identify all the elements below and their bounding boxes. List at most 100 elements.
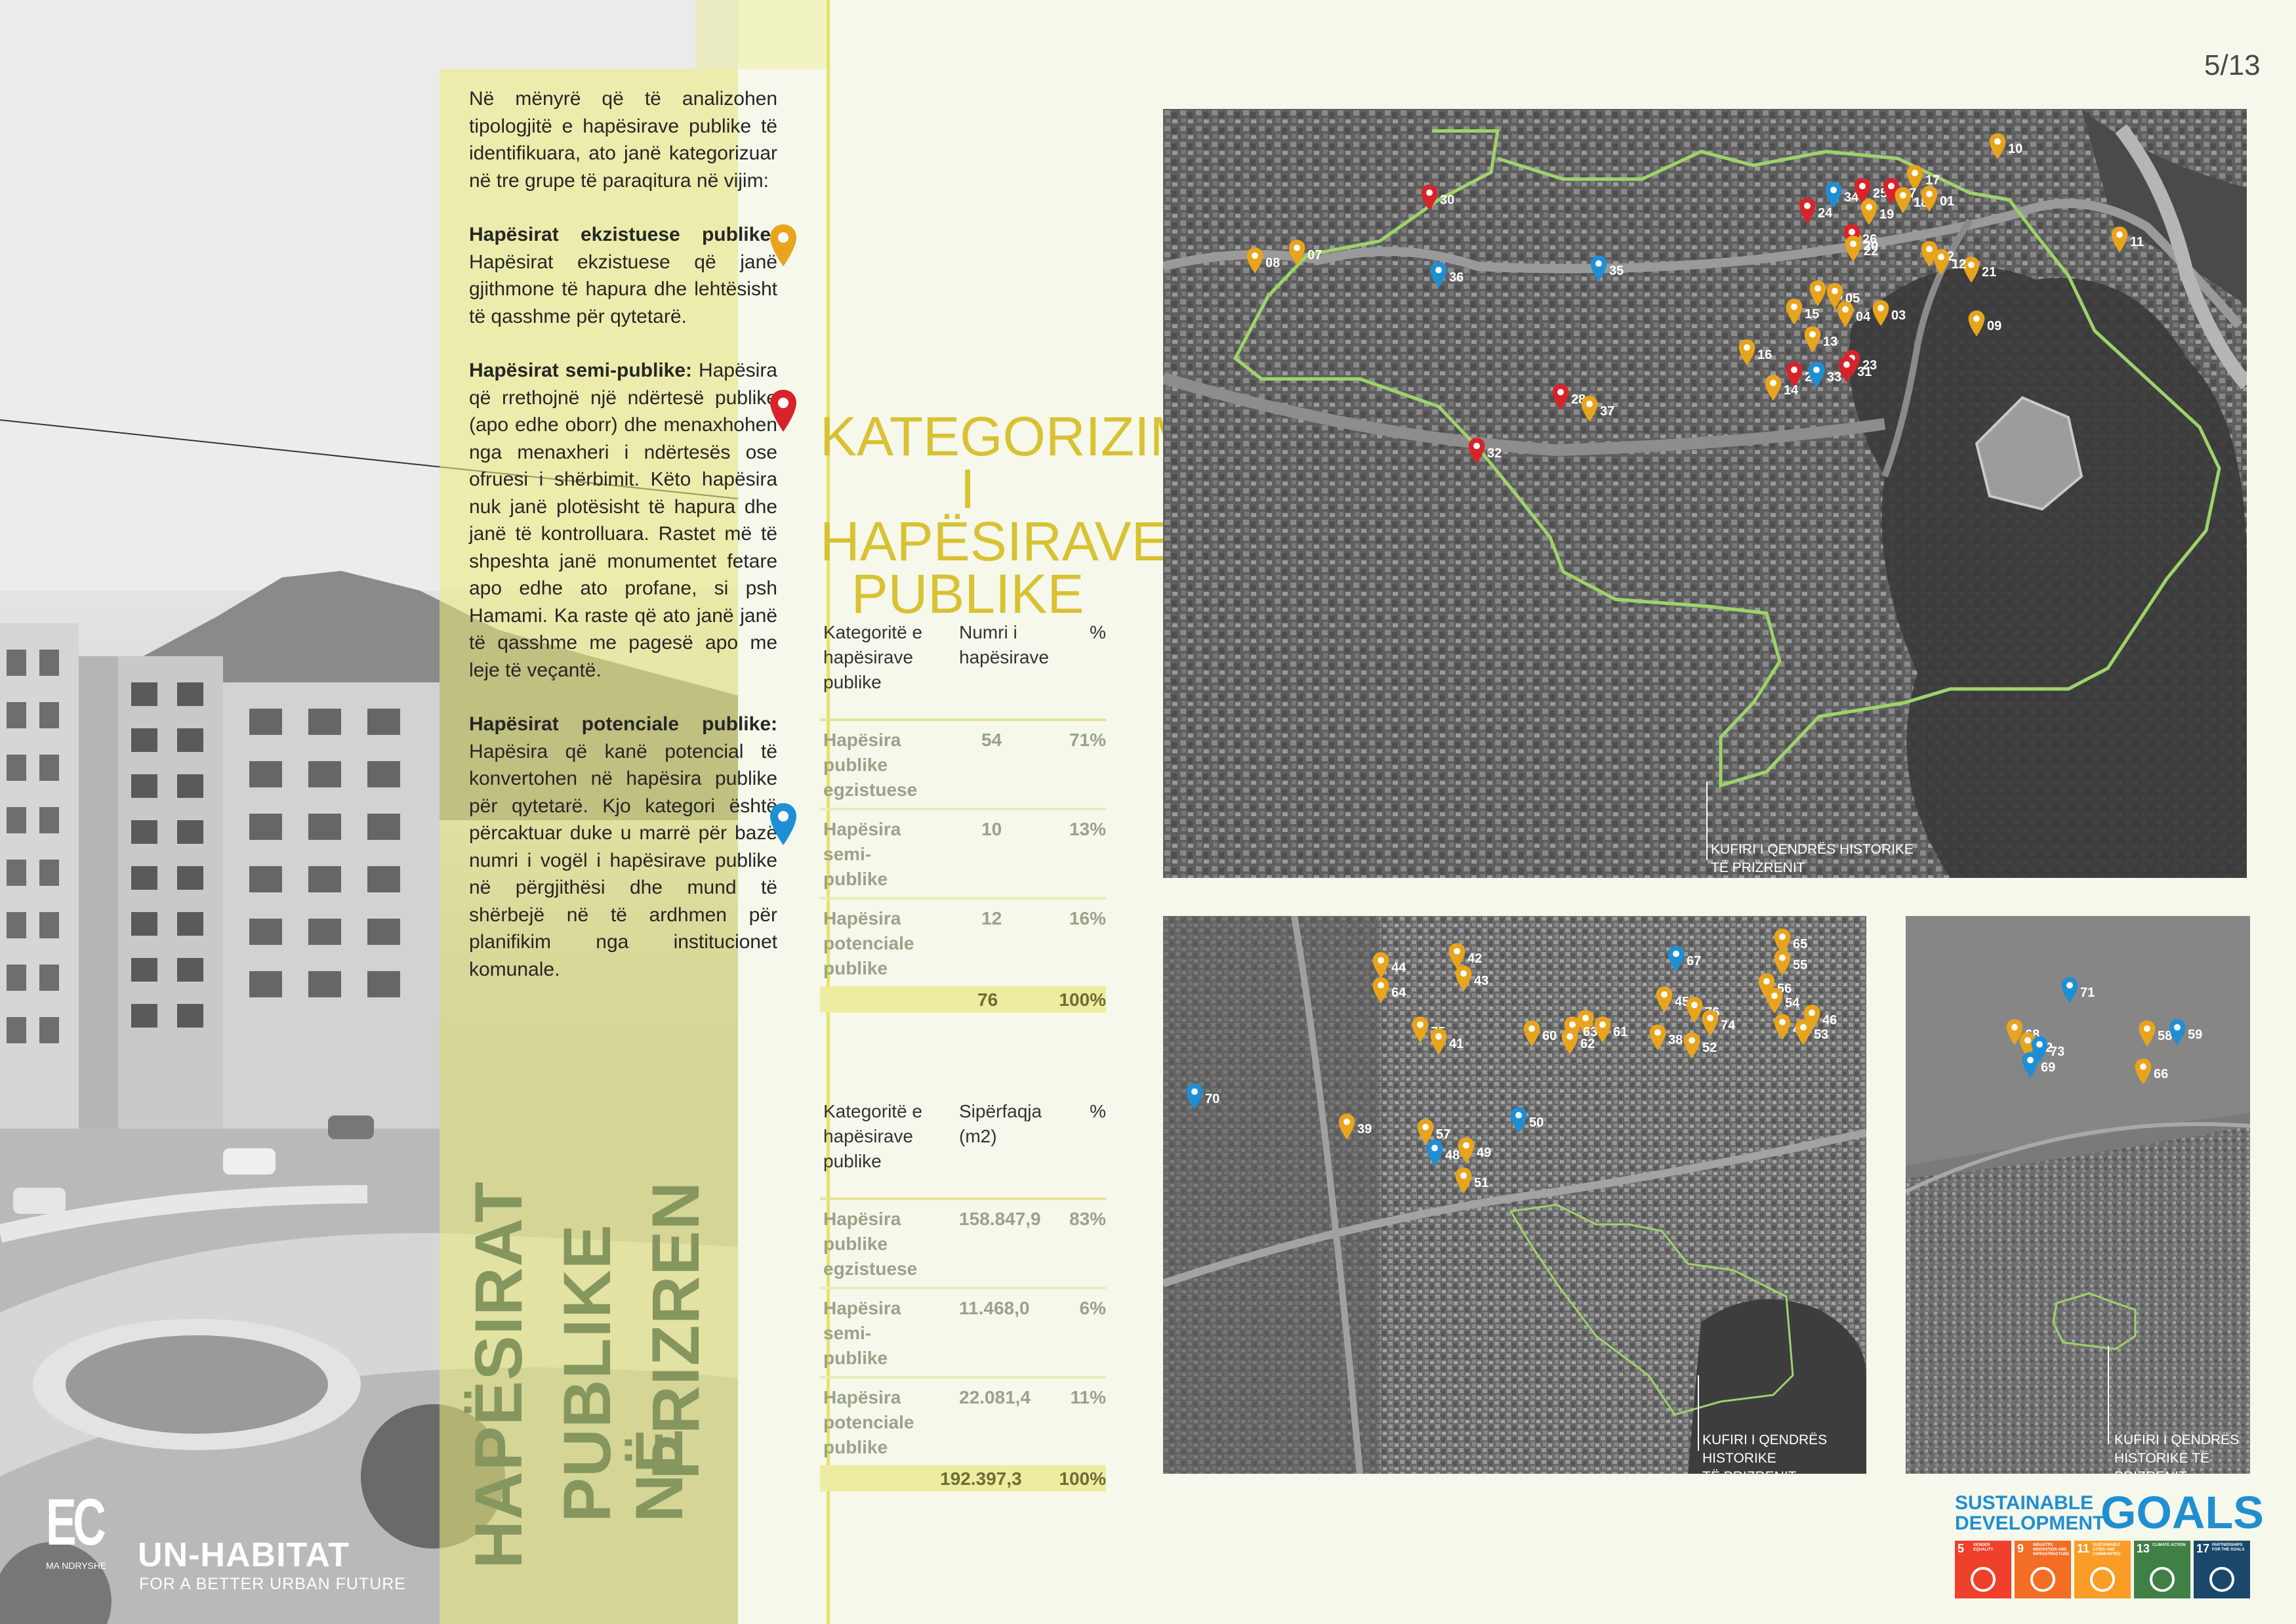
- sdg-goal-icon: [2030, 1567, 2055, 1592]
- label-leader-line: [2108, 1346, 2109, 1444]
- map-marker-label: 31: [1857, 365, 1872, 379]
- map-pin-icon: [1807, 361, 1826, 392]
- sdg-goal-icon: [2150, 1567, 2175, 1592]
- area-table-header: Kategoritë e hapësirave publike Sipërfaq…: [820, 1099, 1106, 1200]
- sdg-goal-number: 13: [2137, 1542, 2150, 1555]
- map-pin-icon: [1844, 235, 1862, 266]
- table-row: Hapësira publike egzistuese 54 71%: [820, 721, 1106, 810]
- map-marker-label: 69: [2041, 1060, 2056, 1075]
- map-pin-icon: [2168, 1018, 2186, 1049]
- map-pin-icon: [1932, 248, 1950, 279]
- map-pin-icon: [1246, 247, 1264, 278]
- map-marker-label: 30: [1440, 193, 1455, 207]
- map-pin-icon: [1372, 976, 1390, 1007]
- unhabitat-tagline: FOR A BETTER URBAN FUTURE: [139, 1575, 406, 1593]
- row-label: Hapësira publike egzistuese: [823, 1209, 918, 1279]
- total-pct: 100%: [1059, 989, 1106, 1010]
- intro-text: Në mënyrë që të analizohen tipologjitë e…: [469, 85, 777, 1010]
- map-pin-icon: [1420, 184, 1439, 215]
- sdg-goal-tiles: 5 GENDER EQUALITY 9 INDUSTRY, INNOVATION AN…: [1955, 1541, 2250, 1600]
- map-marker-label: 62: [1580, 1037, 1595, 1051]
- map-marker-label: 09: [1987, 319, 2002, 333]
- sdg-goals-word: GOALS: [2101, 1487, 2264, 1538]
- map-pin-icon: [1798, 197, 1816, 228]
- map-marker-label: 61: [1613, 1025, 1628, 1039]
- count-table: Kategoritë e hapësirave publike Numri i …: [820, 620, 1106, 1012]
- row-pct: 11%: [1070, 1387, 1107, 1407]
- map-marker-label: 24: [1818, 206, 1833, 220]
- map-marker-label: 35: [1609, 264, 1624, 278]
- row-label: Hapësira publike egzistuese: [823, 730, 918, 800]
- map-marker-label: 50: [1529, 1115, 1544, 1130]
- map-marker-label: 53: [1814, 1028, 1829, 1042]
- existing-text: Hapësirat ekzistuese që janë gjithmone t…: [469, 251, 777, 327]
- count-table-header: Kategoritë e hapësirave publike Numri i …: [820, 620, 1106, 721]
- vertical-title-line-1: HAPËSIRAT: [461, 1181, 536, 1569]
- yellow-band-top: [695, 0, 827, 69]
- sdg-title-line-2: DEVELOPMENT: [1955, 1512, 2105, 1534]
- map-marker-label: 03: [1891, 308, 1906, 323]
- semi-pin-icon: [770, 390, 796, 432]
- map-marker-label: 54: [1785, 996, 1800, 1010]
- map-marker-label: 44: [1391, 961, 1406, 975]
- map-main-label: KUFIRI I QENDRËS HISTORIKE TË PRIZRENIT: [1711, 841, 1914, 877]
- map-pin-icon: [1338, 1113, 1356, 1144]
- map-small-label: KUFIRI I QENDRËS HISTORIKE TË PRIZRENIT: [2114, 1431, 2250, 1474]
- map-mid-label: KUFIRI I QENDRËS HISTORIKE TË PRIZRENIT: [1702, 1431, 1866, 1474]
- map-surrounding-area[interactable]: 6542675544436456455476467447534063617560…: [1163, 916, 1866, 1474]
- map-pin-icon: [1967, 310, 1986, 341]
- map-pin-icon: [2021, 1051, 2040, 1082]
- semi-title: Hapësirat semi-publike:: [469, 360, 693, 381]
- map-pin-icon: [1580, 395, 1599, 426]
- sdg-goal-tile: 5 GENDER EQUALITY: [1955, 1541, 2011, 1598]
- map-pin-icon: [1988, 133, 2007, 163]
- map-pin-icon: [1701, 1009, 1719, 1040]
- row-pct: 71%: [1069, 730, 1106, 750]
- row-label: Hapësira semi-publike: [823, 1298, 901, 1368]
- map-marker-label: 01: [1940, 194, 1955, 209]
- map-pin-icon: [1425, 1139, 1444, 1170]
- map-pin-icon: [2060, 976, 2079, 1007]
- row-pct: 16%: [1069, 908, 1106, 928]
- sdg-goal-tile: 9 INDUSTRY, INNOVATION AND INFRASTRUCTURE: [2015, 1541, 2071, 1598]
- sdg-goal-icon: [2090, 1567, 2115, 1592]
- sdg-goal-number: 17: [2196, 1542, 2210, 1555]
- map-marker-label: 41: [1449, 1037, 1464, 1051]
- sdg-goal-label: GENDER EQUALITY: [1973, 1543, 1994, 1552]
- table-row: Hapësira potenciale publike 12 16%: [820, 900, 1106, 986]
- map-marker-label: 10: [2008, 142, 2023, 156]
- label-leader-line: [1698, 1375, 1699, 1451]
- map-pin-icon: [1185, 1083, 1204, 1114]
- sdg-title-line-1: SUSTAINABLE: [1955, 1492, 2094, 1514]
- map-pin-icon: [1457, 1136, 1475, 1167]
- potential-text: Hapësira që kanë potencial të konvertohe…: [469, 740, 777, 980]
- area-total-row: 192.397,3 100%: [820, 1465, 1106, 1491]
- map-pin-icon: [1454, 965, 1473, 995]
- map-marker-label: 12: [1952, 257, 1967, 272]
- area-table: Kategoritë e hapësirave publike Sipërfaq…: [820, 1099, 1106, 1491]
- map-pin-icon: [1589, 255, 1608, 285]
- row-value: 11.468,0: [959, 1298, 1030, 1318]
- map-marker-label: 51: [1474, 1176, 1489, 1190]
- map-wider-area[interactable]: 7168585972736966 KUFIRI I QENDRËS HISTOR…: [1906, 916, 2250, 1474]
- map-pin-icon: [1288, 239, 1306, 270]
- map-pin-icon: [1667, 945, 1685, 976]
- map-pin-icon: [1773, 1013, 1792, 1044]
- sdg-goal-label: CLIMATE ACTION: [2152, 1543, 2186, 1547]
- unhabitat-logo: UN-HABITAT: [138, 1536, 350, 1574]
- map-marker-label: 14: [1784, 383, 1799, 398]
- row-value: 158.847,9: [959, 1209, 1041, 1229]
- map-pin-icon: [1561, 1028, 1579, 1058]
- semi-text: Hapësira që rrethojnë një ndërtesë publi…: [469, 360, 777, 681]
- map-historic-center[interactable]: 1017342527180130241911202622020807211235…: [1163, 109, 2247, 878]
- map-marker-label: 08: [1265, 256, 1281, 270]
- table-row: Hapësira semi-publike 10 13%: [820, 810, 1106, 900]
- row-label: Hapësira potenciale publike: [823, 908, 914, 978]
- map-pin-icon: [1683, 1031, 1701, 1062]
- map-pin-icon: [1836, 301, 1855, 331]
- area-header-pct: %: [1090, 1101, 1106, 1121]
- sdg-goal-tile: 11 SUSTAINABLE CITIES AND COMMUNITIES: [2074, 1541, 2131, 1598]
- map-marker-label: 22: [1864, 244, 1879, 259]
- count-header-pct: %: [1090, 622, 1106, 642]
- sdg-goal-number: 9: [2017, 1542, 2024, 1555]
